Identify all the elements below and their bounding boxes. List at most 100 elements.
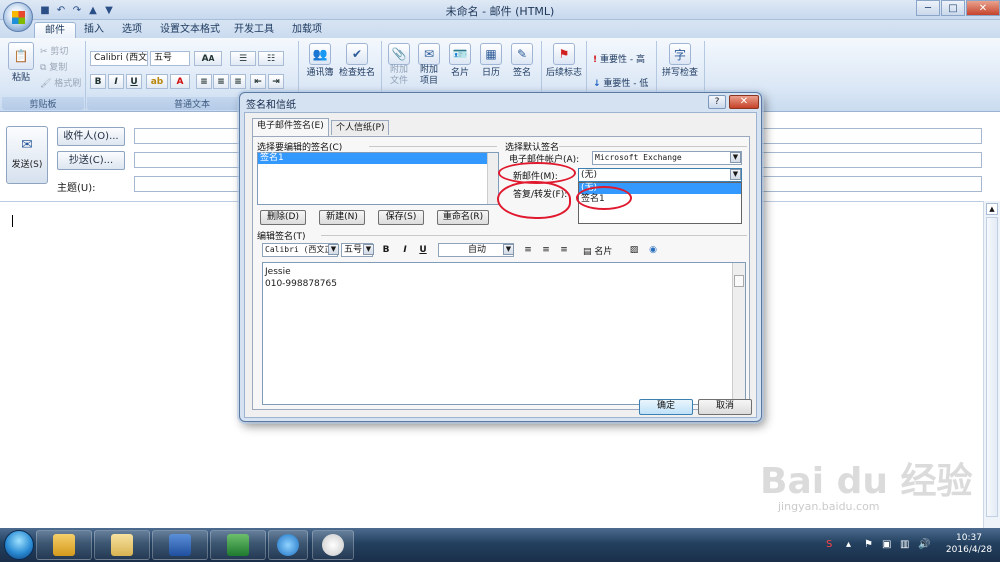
tab-email-signature[interactable]: 电子邮件签名(E)	[252, 118, 329, 136]
vertical-scrollbar[interactable]: ▲	[983, 201, 1000, 528]
down-icon[interactable]: ▼	[102, 3, 116, 17]
signature-list[interactable]: 签名1	[257, 152, 499, 205]
signature-button[interactable]: ✎ 签名	[508, 43, 536, 78]
grow-font-icon[interactable]: AA	[194, 51, 222, 66]
bullets-icon[interactable]: ☰	[230, 51, 256, 66]
delete-button[interactable]: 删除(D)	[260, 210, 306, 225]
decrease-indent-icon[interactable]: ⇤	[250, 74, 266, 89]
importance-high-button[interactable]: ! 重要性 - 高	[593, 52, 645, 65]
chevron-down-icon[interactable]: ▼	[730, 152, 741, 163]
redo-icon[interactable]: ↷	[70, 3, 84, 17]
insert-business-card-button[interactable]: ▤ 名片	[583, 244, 612, 257]
undo-icon[interactable]: ↶	[54, 3, 68, 17]
tray-expand-icon[interactable]: ▴	[846, 539, 851, 550]
up-icon[interactable]: ▲	[86, 3, 100, 17]
numbering-icon[interactable]: ☷	[258, 51, 284, 66]
chevron-down-icon[interactable]: ▼	[363, 244, 374, 255]
tab-add-ins[interactable]: 加载项	[282, 22, 332, 38]
save-sig-button[interactable]: 保存(S)	[378, 210, 424, 225]
taskbar-explorer[interactable]	[94, 530, 150, 560]
calendar-button[interactable]: ▦ 日历	[477, 43, 505, 78]
tab-insert[interactable]: 插入	[74, 22, 114, 38]
system-clock[interactable]: 10:37 2016/4/28	[940, 532, 998, 556]
signature-list-item[interactable]: 签名1	[258, 153, 498, 164]
align-center-icon[interactable]: ≡	[539, 243, 553, 257]
check-names-button[interactable]: ✔ 检查姓名	[338, 43, 376, 78]
align-left-icon[interactable]: ≡	[521, 243, 535, 257]
edit-underline-button[interactable]: U	[416, 243, 430, 257]
edit-bold-button[interactable]: B	[379, 243, 393, 257]
start-button[interactable]	[4, 530, 34, 560]
signature-label: 签名	[512, 68, 531, 78]
close-button[interactable]: ✕	[966, 0, 1000, 16]
network-icon[interactable]: ▥	[900, 539, 909, 550]
tray-app-icon[interactable]: ▣	[882, 539, 891, 550]
copy-button[interactable]: ⧉ 复制	[40, 60, 67, 73]
highlight-icon[interactable]: ab	[146, 74, 168, 89]
business-card-button[interactable]: 🪪 名片	[446, 43, 474, 78]
underline-button[interactable]: U	[126, 74, 142, 89]
tab-personal-stationery[interactable]: 个人信纸(P)	[331, 120, 390, 135]
attach-file-button[interactable]: 📎 附加 文件	[385, 43, 413, 87]
to-button[interactable]: 收件人(O)...	[57, 127, 125, 146]
cc-button[interactable]: 抄送(C)...	[57, 151, 125, 170]
editor-scroll-thumb[interactable]	[734, 275, 744, 287]
address-book-button[interactable]: 👥 通讯簿	[303, 43, 337, 78]
align-center-icon[interactable]: ≡	[213, 74, 229, 89]
scroll-thumb[interactable]	[986, 217, 998, 517]
scroll-up-icon[interactable]: ▲	[986, 203, 998, 215]
chevron-down-icon[interactable]: ▼	[328, 244, 339, 255]
spelling-button[interactable]: 字 拼写检查	[660, 43, 700, 78]
taskbar-outlook[interactable]	[36, 530, 92, 560]
edit-italic-button[interactable]: I	[398, 243, 412, 257]
new-messages-select[interactable]: (无)	[578, 168, 742, 182]
tab-mail[interactable]: 邮件	[34, 22, 76, 38]
new-button[interactable]: 新建(N)	[319, 210, 365, 225]
tab-developer[interactable]: 开发工具	[224, 22, 284, 38]
save-icon[interactable]: ■	[38, 3, 52, 17]
volume-icon[interactable]: 🔊	[918, 539, 930, 550]
tab-options[interactable]: 选项	[112, 22, 152, 38]
bold-button[interactable]: B	[90, 74, 106, 89]
editor-scrollbar[interactable]	[732, 263, 745, 404]
edit-font-combo[interactable]: Calibri (西文正	[262, 243, 338, 257]
chevron-down-icon[interactable]: ▼	[503, 244, 514, 255]
tray-flag-icon[interactable]: ⚑	[864, 539, 873, 550]
taskbar-word[interactable]	[152, 530, 208, 560]
dialog-help-button[interactable]: ?	[708, 95, 726, 109]
italic-button[interactable]: I	[108, 74, 124, 89]
insert-picture-icon[interactable]: ▨	[627, 243, 641, 257]
rename-button[interactable]: 重命名(R)	[437, 210, 489, 225]
font-size-combo[interactable]: 五号	[150, 51, 190, 66]
ok-button[interactable]: 确定	[639, 399, 693, 415]
paste-button[interactable]: 📋 粘贴	[6, 42, 36, 83]
down-arrow-icon: ↓	[593, 79, 601, 89]
minimize-button[interactable]: ─	[916, 0, 940, 16]
align-right-icon[interactable]: ≡	[557, 243, 571, 257]
dialog-close-button[interactable]: ✕	[729, 95, 759, 109]
signature-editor[interactable]: Jessie 010-998878765	[262, 262, 746, 405]
format-painter-button[interactable]: 🖌 格式刷	[40, 76, 81, 89]
font-color-button[interactable]: A	[170, 74, 190, 89]
business-card-label: 名片	[450, 68, 469, 78]
maximize-button[interactable]: □	[941, 0, 965, 16]
taskbar-paint[interactable]	[312, 530, 354, 560]
cut-button[interactable]: ✂ 剪切	[40, 44, 68, 57]
tab-format-text[interactable]: 设置文本格式	[150, 22, 230, 38]
align-right-icon[interactable]: ≡	[230, 74, 246, 89]
send-button[interactable]: ✉ 发送(S)	[6, 126, 48, 184]
font-combo[interactable]: Calibri (西文	[90, 51, 148, 66]
taskbar-excel[interactable]	[210, 530, 266, 560]
increase-indent-icon[interactable]: ⇥	[268, 74, 284, 89]
hyperlink-icon[interactable]: ◉	[646, 243, 660, 257]
taskbar-ie[interactable]	[268, 530, 308, 560]
cancel-button[interactable]: 取消	[698, 399, 752, 415]
ime-icon[interactable]: S	[826, 539, 832, 550]
office-button[interactable]	[3, 2, 33, 32]
account-select[interactable]: Microsoft Exchange	[592, 151, 742, 165]
align-left-icon[interactable]: ≡	[196, 74, 212, 89]
follow-up-button[interactable]: ⚑ 后续标志	[545, 43, 583, 78]
chevron-down-icon[interactable]: ▼	[730, 169, 741, 180]
attach-item-button[interactable]: ✉ 附加 项目	[415, 43, 443, 87]
importance-low-button[interactable]: ↓ 重要性 - 低	[593, 76, 648, 89]
